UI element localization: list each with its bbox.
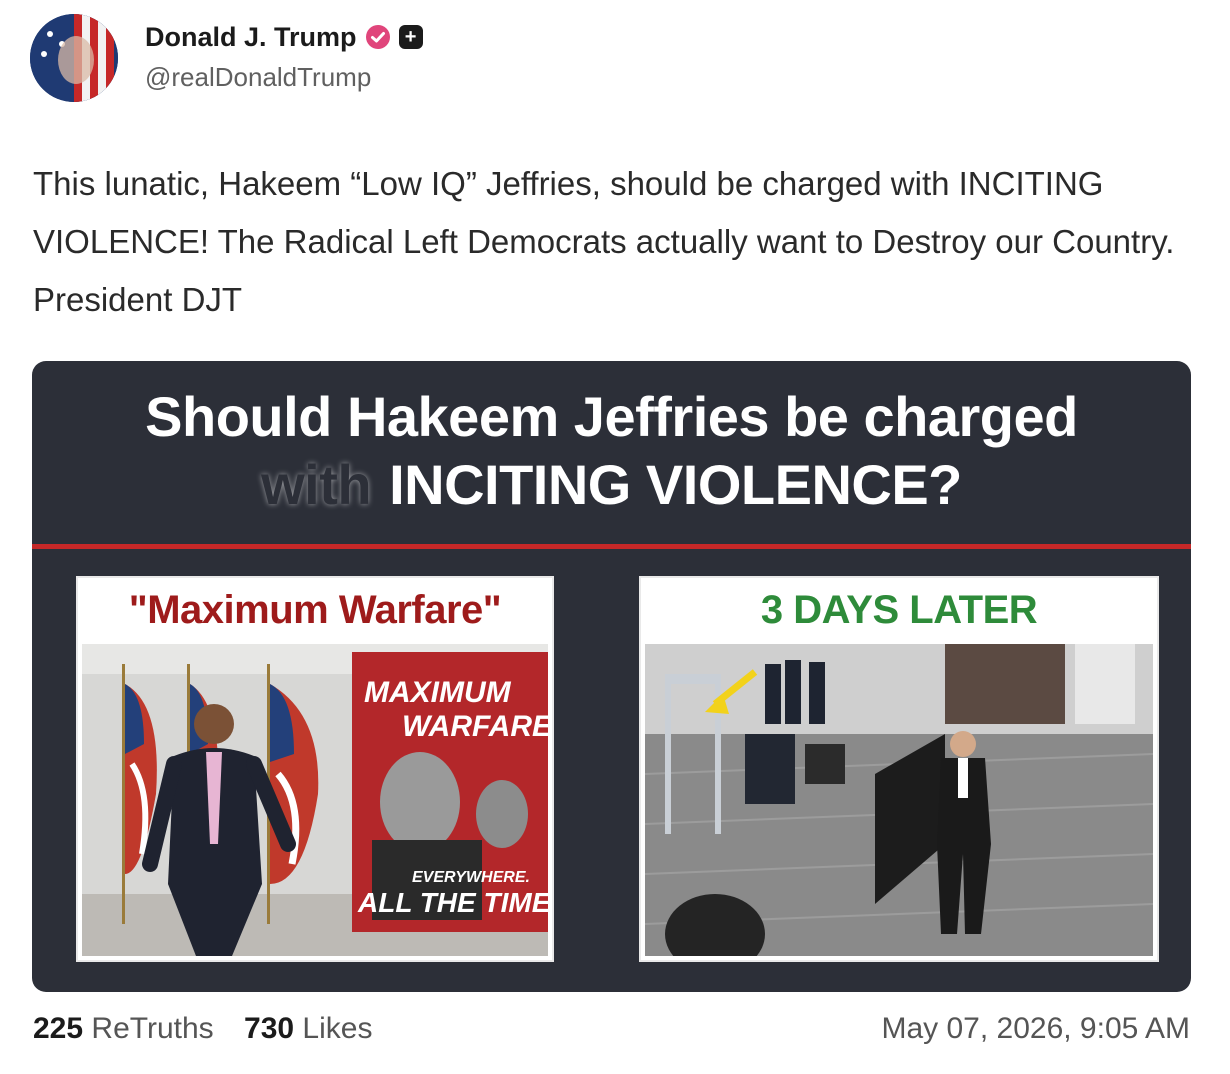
sign-line-2: WARFARE	[402, 710, 548, 743]
left-panel: "Maximum Warfare" MAXIMUM WARFARE EVERYW…	[76, 576, 554, 962]
red-divider	[32, 544, 1191, 549]
avatar[interactable]	[30, 14, 118, 102]
right-panel-label: 3 DAYS LATER	[760, 588, 1038, 632]
post: Donald J. Trump + @realDonaldTrump This …	[0, 0, 1230, 1074]
card-title-line2: INCITING VIOLENCE?	[389, 453, 962, 516]
author-block: Donald J. Trump + @realDonaldTrump	[145, 20, 423, 93]
card-title-blurred-word: with	[261, 453, 372, 516]
maximum-warfare-sign: MAXIMUM WARFARE EVERYWHERE. ALL THE TIME…	[352, 652, 548, 932]
sign-line-4: ALL THE TIME.	[357, 887, 548, 918]
right-photo	[645, 644, 1153, 956]
post-timestamp[interactable]: May 07, 2026, 9:05 AM	[881, 1012, 1190, 1046]
sign-line-3: EVERYWHERE.	[412, 869, 530, 886]
name-row: Donald J. Trump +	[145, 20, 423, 54]
left-panel-label: "Maximum Warfare"	[128, 588, 502, 632]
card-title-line1: Should Hakeem Jeffries be charged	[145, 385, 1078, 448]
engagement-stats: 225 ReTruths 730 Likes	[33, 1012, 394, 1046]
likes-label: Likes	[302, 1012, 373, 1045]
likes-stat[interactable]: 730 Likes	[244, 1012, 372, 1045]
author-handle[interactable]: @realDonaldTrump	[145, 62, 423, 93]
right-panel: 3 DAYS LATER	[639, 576, 1159, 962]
display-name[interactable]: Donald J. Trump	[145, 22, 357, 53]
card-title-line2-row: with INCITING VIOLENCE?	[32, 451, 1191, 519]
post-image-card[interactable]: Should Hakeem Jeffries be charged with IN…	[32, 361, 1191, 992]
card-title: Should Hakeem Jeffries be charged with IN…	[32, 383, 1191, 519]
likes-count: 730	[244, 1012, 295, 1045]
retruths-stat[interactable]: 225 ReTruths	[33, 1012, 214, 1045]
plus-icon[interactable]: +	[398, 25, 423, 49]
retruths-count: 225	[33, 1012, 84, 1045]
avatar-image	[30, 14, 118, 102]
retruths-label: ReTruths	[91, 1012, 214, 1045]
sign-line-1: MAXIMUM	[364, 676, 512, 709]
verified-badge-icon	[365, 25, 390, 49]
left-photo: MAXIMUM WARFARE EVERYWHERE. ALL THE TIME…	[82, 644, 548, 956]
post-text: This lunatic, Hakeem “Low IQ” Jeffries, …	[33, 165, 1175, 318]
